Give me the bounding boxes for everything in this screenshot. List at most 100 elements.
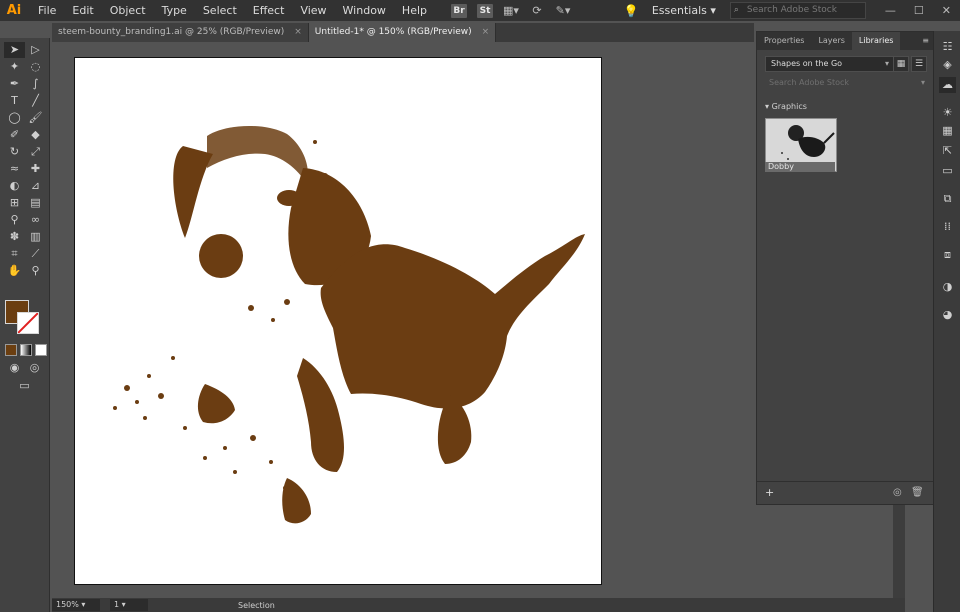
chevron-down-icon: ▾ (884, 59, 889, 68)
status-mode: Selection (238, 600, 275, 610)
panel-footer: + ◎ 🗑 (757, 481, 933, 504)
tab-untitled-1[interactable]: Untitled-1* @ 150% (RGB/Preview) × (308, 23, 497, 42)
align-panel-icon[interactable]: ⧉ (939, 191, 956, 207)
transform-panel-icon[interactable]: ⧈ (939, 247, 956, 263)
close-tab-icon[interactable]: × (294, 23, 302, 42)
stock-search-input[interactable]: ⌕ Search Adobe Stock (729, 2, 866, 19)
list-view-icon[interactable]: ☰ (911, 56, 927, 72)
draw-behind-icon[interactable]: ◎ (24, 360, 45, 376)
color-guide-icon[interactable]: ▦ (939, 123, 956, 139)
puppet-warp-tool-icon[interactable]: ✚ (25, 161, 46, 177)
asset-label: Dobby (765, 162, 835, 172)
direct-selection-tool-icon[interactable]: ▷ (25, 42, 46, 58)
grid-view-icon[interactable]: ▦ (893, 56, 909, 72)
screen-mode-icon[interactable]: ▭ (14, 378, 35, 394)
shape-builder-tool-icon[interactable]: ◐ (4, 178, 25, 194)
panel-dock: ☷ ◈ ☁ ☀ ▦ ⇱ ▭ ⧉ ⁞⁞ ⧈ ◑ ◕ (933, 31, 960, 612)
selection-tool-icon[interactable]: ➤ (4, 42, 25, 58)
eraser-tool-icon[interactable]: ◆ (25, 127, 46, 143)
document-tab-bar: steem-bounty_branding1.ai @ 25% (RGB/Pre… (52, 23, 754, 42)
arrange-documents-icon[interactable]: ▦▾ (503, 4, 519, 18)
paintbrush-tool-icon[interactable]: 🖌 (25, 110, 46, 126)
close-icon[interactable]: ✕ (933, 4, 960, 17)
menu-select[interactable]: Select (195, 0, 245, 21)
minimize-icon[interactable]: — (876, 4, 905, 17)
lightbulb-icon[interactable]: 💡 (624, 4, 639, 18)
rotate-tool-icon[interactable]: ↻ (4, 144, 25, 160)
graphics-group-header[interactable]: ▾ Graphics (765, 102, 807, 111)
library-select[interactable]: Shapes on the Go ▾ (765, 56, 894, 72)
stock-icon[interactable]: St (477, 3, 493, 18)
scale-tool-icon[interactable]: ⤢ (25, 144, 46, 160)
tab-libraries[interactable]: Libraries (851, 32, 901, 50)
color-panel-icon[interactable]: ☀ (939, 105, 956, 121)
menu-view[interactable]: View (292, 0, 334, 21)
none-mode-swatch[interactable] (35, 344, 47, 356)
blend-tool-icon[interactable]: ∞ (25, 212, 46, 228)
gradient-mode-swatch[interactable] (20, 344, 32, 356)
tools-panel: ➤ ▷ ✦ ◌ ✒ ∫ T ╱ ◯ 🖌 ✐ ◆ ↻ ⤢ ≈ ✚ ◐ ⊿ ⊞ ▤ … (0, 38, 50, 612)
menu-help[interactable]: Help (394, 0, 435, 21)
ai-logo: Ai (6, 3, 22, 18)
zoom-tool-icon[interactable]: ⚲ (25, 263, 46, 279)
magic-wand-tool-icon[interactable]: ✦ (4, 59, 25, 75)
maximize-icon[interactable]: ☐ (905, 4, 933, 17)
panel-menu-icon[interactable]: ≡ (918, 32, 933, 50)
menu-effect[interactable]: Effect (245, 0, 293, 21)
column-graph-tool-icon[interactable]: ▥ (25, 229, 46, 245)
mesh-tool-icon[interactable]: ⊞ (4, 195, 25, 211)
tab-properties[interactable]: Properties (757, 32, 811, 50)
artboard[interactable] (74, 57, 602, 585)
slice-tool-icon[interactable]: ⟋ (25, 246, 46, 262)
menu-object[interactable]: Object (102, 0, 154, 21)
tab-layers[interactable]: Layers (811, 32, 851, 50)
stroke-color-swatch[interactable] (17, 312, 39, 334)
panel-tab-bar: Properties Layers Libraries ≡ (757, 32, 933, 50)
pathfinder-icon[interactable]: ⁞⁞ (939, 219, 956, 235)
artboard-tool-icon[interactable]: ⌗ (4, 246, 25, 262)
color-mode-swatch[interactable] (5, 344, 17, 356)
menu-file[interactable]: File (30, 0, 64, 21)
close-tab-icon[interactable]: × (482, 23, 490, 42)
search-icon: ⌕ (733, 5, 739, 15)
warp-tool-icon[interactable]: ≈ (4, 161, 25, 177)
line-tool-icon[interactable]: ╱ (25, 93, 46, 109)
beagle-artwork[interactable] (75, 58, 601, 584)
creative-cloud-sync-icon[interactable]: ◎ (893, 487, 902, 498)
export-icon[interactable]: ⇱ (939, 143, 956, 159)
ellipse-tool-icon[interactable]: ◯ (4, 110, 25, 126)
artboard-navigation-field[interactable]: 1 ▾ (110, 599, 148, 611)
menu-window[interactable]: Window (335, 0, 394, 21)
draw-mode-icon[interactable]: ◉ (4, 360, 25, 376)
gradient-tool-icon[interactable]: ▤ (25, 195, 46, 211)
eyedropper-tool-icon[interactable]: ⚲ (4, 212, 25, 228)
trash-icon[interactable]: 🗑 (911, 487, 924, 498)
properties-panel-icon[interactable]: ☷ (939, 39, 956, 55)
libraries-panel: Properties Layers Libraries ≡ Shapes on … (756, 31, 934, 505)
hand-tool-icon[interactable]: ✋ (4, 263, 25, 279)
menu-type[interactable]: Type (154, 0, 195, 21)
pen-tool-icon[interactable]: ✒ (4, 76, 25, 92)
menu-edit[interactable]: Edit (64, 0, 101, 21)
curvature-tool-icon[interactable]: ∫ (25, 76, 46, 92)
brush-options-icon[interactable]: ✎▾ (555, 4, 571, 18)
workspace-switcher[interactable]: Essentials ▾ (652, 4, 716, 17)
tab-steem-bounty[interactable]: steem-bounty_branding1.ai @ 25% (RGB/Pre… (52, 23, 309, 42)
layers-panel-icon[interactable]: ◈ (939, 57, 956, 73)
lasso-tool-icon[interactable]: ◌ (25, 59, 46, 75)
shaper-tool-icon[interactable]: ✐ (4, 127, 25, 143)
add-content-icon[interactable]: + (765, 486, 774, 499)
library-search-input[interactable]: Search Adobe Stock ▾ (765, 76, 929, 90)
gradient-panel-icon[interactable]: ▭ (939, 163, 956, 179)
appearance-panel-icon[interactable]: ◑ (939, 279, 956, 295)
chevron-down-icon: ▾ (920, 78, 925, 87)
status-bar: 150% ▾ 1 ▾ Selection (52, 598, 905, 612)
symbol-sprayer-tool-icon[interactable]: ✽ (4, 229, 25, 245)
gpu-performance-icon[interactable]: ⟳ (529, 4, 545, 18)
zoom-level-field[interactable]: 150% ▾ (52, 599, 100, 611)
libraries-panel-icon[interactable]: ☁ (939, 77, 956, 93)
type-tool-icon[interactable]: T (4, 93, 25, 109)
bridge-icon[interactable]: Br (451, 3, 467, 18)
graphic-styles-icon[interactable]: ◕ (939, 307, 956, 323)
perspective-grid-tool-icon[interactable]: ⊿ (25, 178, 46, 194)
